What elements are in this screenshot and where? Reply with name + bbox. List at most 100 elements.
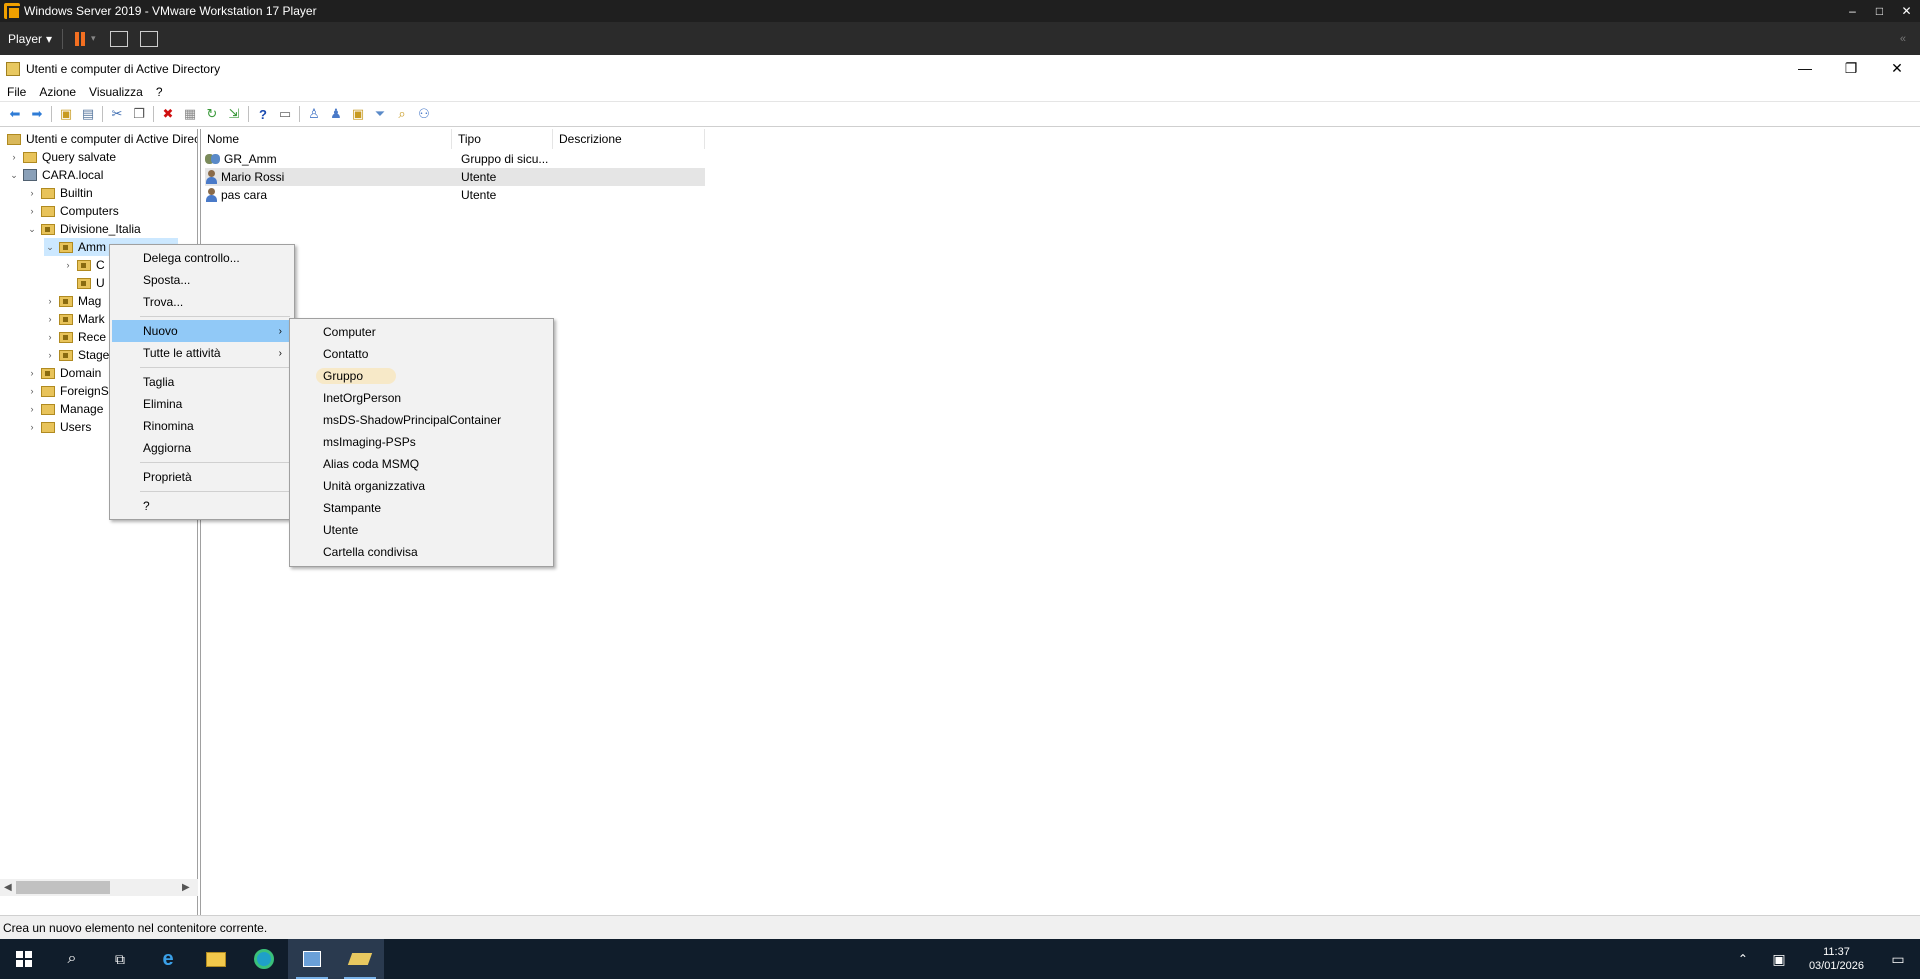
tree-item-c[interactable]: › C: [62, 256, 105, 274]
back-icon[interactable]: ⬅: [6, 106, 24, 122]
menu-item-rinomina[interactable]: Rinomina: [112, 415, 292, 437]
tree-item-u[interactable]: U: [74, 274, 105, 292]
app-close-button[interactable]: ✕: [1874, 60, 1920, 77]
tree-item-manage[interactable]: › Manage: [26, 400, 104, 418]
player-menu-button[interactable]: Player ▾: [8, 32, 52, 46]
menu-item-help[interactable]: ?: [112, 495, 292, 517]
maximize-button[interactable]: □: [1866, 4, 1893, 18]
menu-item-aggiorna[interactable]: Aggiorna: [112, 437, 292, 459]
tree-item-rece[interactable]: › Rece: [44, 328, 107, 346]
chevron-right-icon[interactable]: ›: [44, 314, 56, 324]
search-button[interactable]: ⌕: [48, 939, 96, 979]
submenu-item-stampante[interactable]: Stampante: [292, 497, 551, 519]
chevron-down-icon[interactable]: ⌄: [26, 224, 38, 235]
chevron-right-icon[interactable]: ›: [26, 386, 38, 396]
export-icon[interactable]: ⇲: [225, 106, 243, 122]
menu-azione[interactable]: Azione: [33, 85, 82, 99]
submenu-item-alias-coda-msmq[interactable]: Alias coda MSMQ: [292, 453, 551, 475]
submenu-item-inetorgperson[interactable]: InetOrgPerson: [292, 387, 551, 409]
clock[interactable]: 11:37 03/01/2026: [1797, 945, 1876, 973]
add-to-group-icon[interactable]: ⚇: [415, 106, 433, 122]
cut-icon[interactable]: ✂: [108, 106, 126, 122]
file-explorer-button[interactable]: [192, 939, 240, 979]
fullscreen-icon[interactable]: [139, 30, 158, 47]
tree-item-computers[interactable]: › Computers: [26, 202, 119, 220]
forward-icon[interactable]: ➡: [28, 106, 46, 122]
submenu-item-gruppo[interactable]: Gruppo: [292, 365, 551, 387]
chevron-right-icon[interactable]: ›: [44, 332, 56, 342]
close-button[interactable]: ✕: [1893, 4, 1920, 18]
tree-item-builtin[interactable]: › Builtin: [26, 184, 93, 202]
tree-item-mark[interactable]: › Mark: [44, 310, 105, 328]
submenu-item-contatto[interactable]: Contatto: [292, 343, 551, 365]
chevron-right-icon[interactable]: ›: [26, 404, 38, 414]
tree-item-stage[interactable]: › Stage: [44, 346, 110, 364]
list-item-pas-cara[interactable]: pas cara Utente: [205, 186, 705, 204]
up-folder-icon[interactable]: ▣: [57, 106, 75, 122]
ad-users-button[interactable]: [336, 939, 384, 979]
copy-icon[interactable]: ❐: [130, 106, 148, 122]
menu-item-sposta[interactable]: Sposta...: [112, 269, 292, 291]
tree-item-domain[interactable]: › Domain: [26, 364, 102, 382]
list-item-gr-amm[interactable]: GR_Amm Gruppo di sicu...: [205, 150, 705, 168]
column-header-tipo[interactable]: Tipo: [452, 129, 553, 149]
menu-help[interactable]: ?: [150, 85, 169, 99]
tree-item-mag[interactable]: › Mag: [44, 292, 102, 310]
new-user-icon[interactable]: ♙: [305, 106, 323, 122]
menu-item-taglia[interactable]: Taglia: [112, 371, 292, 393]
chevron-right-icon[interactable]: ›: [44, 350, 56, 360]
tree-item-query-salvate[interactable]: › Query salvate: [8, 148, 117, 166]
menu-file[interactable]: File: [1, 85, 32, 99]
ie-button[interactable]: e: [144, 939, 192, 979]
chevron-right-icon[interactable]: ›: [62, 260, 74, 270]
minimize-button[interactable]: –: [1839, 4, 1866, 18]
submenu-item-msds-shadowprincipalcontainer[interactable]: msDS-ShadowPrincipalContainer: [292, 409, 551, 431]
network-button[interactable]: ▣: [1761, 939, 1797, 979]
send-ctrl-alt-del-icon[interactable]: [109, 30, 128, 47]
submenu-item-utente[interactable]: Utente: [292, 519, 551, 541]
chevron-down-icon[interactable]: ⌄: [8, 170, 20, 181]
start-button[interactable]: [0, 939, 48, 979]
submenu-item-unita-organizzativa[interactable]: Unità organizzativa: [292, 475, 551, 497]
scrollbar-thumb[interactable]: [16, 881, 110, 894]
find-icon[interactable]: ⌕: [393, 106, 411, 122]
scroll-left-icon[interactable]: ◀: [4, 882, 12, 893]
help-icon[interactable]: ?: [254, 106, 272, 122]
show-hide-tree-icon[interactable]: ▤: [79, 106, 97, 122]
task-view-button[interactable]: ⧉: [96, 939, 144, 979]
new-group-icon[interactable]: ♟: [327, 106, 345, 122]
pause-icon[interactable]: [75, 31, 86, 46]
chevron-right-icon[interactable]: ›: [26, 368, 38, 378]
submenu-item-msimaging-psps[interactable]: msImaging-PSPs: [292, 431, 551, 453]
scroll-right-icon[interactable]: ▶: [182, 882, 190, 893]
submenu-item-cartella-condivisa[interactable]: Cartella condivisa: [292, 541, 551, 563]
server-manager-button[interactable]: [288, 939, 336, 979]
menu-item-tutte-le-attivita[interactable]: Tutte le attività ›: [112, 342, 292, 364]
edge-button[interactable]: [240, 939, 288, 979]
chevron-right-icon[interactable]: ›: [26, 188, 38, 198]
filter-icon[interactable]: ⏷: [371, 106, 389, 122]
menu-visualizza[interactable]: Visualizza: [83, 85, 149, 99]
show-hidden-icons-button[interactable]: ⌃: [1725, 939, 1761, 979]
collapse-icon[interactable]: «: [1900, 33, 1906, 45]
tree-item-cara-local[interactable]: ⌄ CARA.local: [8, 166, 103, 184]
console-icon[interactable]: ▭: [276, 106, 294, 122]
chevron-right-icon[interactable]: ›: [26, 422, 38, 432]
tree-item-users[interactable]: › Users: [26, 418, 92, 436]
menu-item-trova[interactable]: Trova...: [112, 291, 292, 313]
tree-item-foreign[interactable]: › ForeignS: [26, 382, 109, 400]
tree-item-divisione-italia[interactable]: ⌄ Divisione_Italia: [26, 220, 141, 238]
menu-item-nuovo[interactable]: Nuovo ›: [112, 320, 292, 342]
column-header-descrizione[interactable]: Descrizione: [553, 129, 705, 149]
chevron-down-icon[interactable]: ⌄: [44, 242, 56, 253]
new-ou-icon[interactable]: ▣: [349, 106, 367, 122]
list-item-mario-rossi[interactable]: Mario Rossi Utente: [205, 168, 705, 186]
chevron-right-icon[interactable]: ›: [44, 296, 56, 306]
refresh-icon[interactable]: ↻: [203, 106, 221, 122]
menu-item-elimina[interactable]: Elimina: [112, 393, 292, 415]
chevron-right-icon[interactable]: ›: [8, 152, 20, 162]
column-header-nome[interactable]: Nome: [201, 129, 452, 149]
tree-horizontal-scrollbar[interactable]: ◀ ▶: [0, 879, 198, 896]
app-restore-button[interactable]: ❐: [1828, 60, 1874, 77]
tree-root[interactable]: Utenti e computer di Active Directory: [4, 130, 197, 148]
